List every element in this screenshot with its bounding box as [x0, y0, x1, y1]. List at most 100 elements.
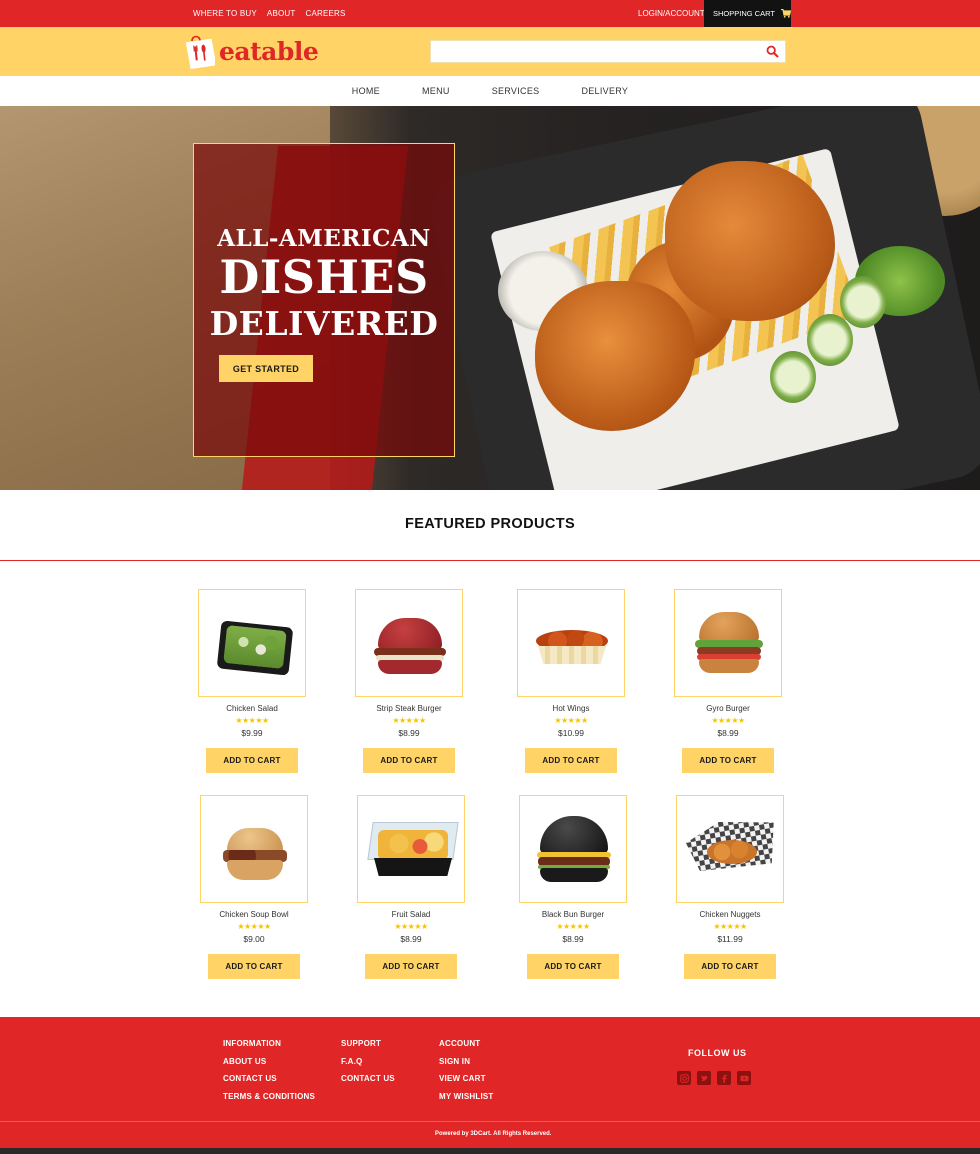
bag-logo-icon [185, 35, 215, 69]
add-to-cart-button[interactable]: ADD TO CART [363, 748, 455, 773]
footer-link-terms[interactable]: TERMS & CONDITIONS [223, 1092, 315, 1110]
where-to-buy-link[interactable]: WHERE TO BUY [193, 9, 257, 18]
footer-link-about-us[interactable]: ABOUT US [223, 1057, 315, 1075]
add-to-cart-button[interactable]: ADD TO CART [208, 954, 300, 979]
cucumber-slice-image [807, 314, 853, 366]
top-utility-bar: WHERE TO BUY ABOUT CAREERS LOGIN/ACCOUNT… [0, 0, 980, 27]
featured-products-title: FEATURED PRODUCTS [404, 516, 576, 532]
copyright-text: Powered by 3DCart. All Rights Reserved. [435, 1131, 552, 1137]
rating-stars: ★★★★★ [235, 716, 269, 725]
product-card: Chicken Salad ★★★★★ $9.99 ADD TO CART [197, 589, 307, 773]
footer-link-sign-in[interactable]: SIGN IN [439, 1057, 494, 1075]
main-nav: HOME MENU SERVICES DELIVERY [0, 76, 980, 106]
product-price: $8.99 [717, 728, 739, 738]
product-price: $8.99 [562, 934, 584, 944]
follow-us-heading: FOLLOW US [688, 1048, 747, 1058]
product-name[interactable]: Fruit Salad [356, 910, 466, 920]
footer-link-my-wishlist[interactable]: MY WISHLIST [439, 1092, 494, 1110]
facebook-icon[interactable] [717, 1071, 731, 1085]
product-card: Chicken Nuggets ★★★★★ $11.99 ADD TO CART [675, 795, 785, 979]
rating-stars: ★★★★★ [392, 716, 426, 725]
product-image-black-bun-burger[interactable] [519, 795, 627, 903]
logo[interactable]: eatable [185, 33, 319, 69]
product-name[interactable]: Hot Wings [516, 704, 626, 714]
product-image-chicken-nuggets[interactable] [676, 795, 784, 903]
site-header: eatable [0, 27, 980, 76]
hero-headline-line2: DISHES [219, 250, 429, 304]
search-icon[interactable] [766, 45, 779, 58]
product-card: Gyro Burger ★★★★★ $8.99 ADD TO CART [673, 589, 783, 773]
add-to-cart-button[interactable]: ADD TO CART [365, 954, 457, 979]
footer-link-contact-us[interactable]: CONTACT US [223, 1074, 315, 1092]
product-price: $9.00 [243, 934, 265, 944]
hero-banner: ALL-AMERICAN DISHES DELIVERED GET STARTE… [0, 106, 980, 490]
product-price: $8.99 [400, 934, 422, 944]
login-account-link[interactable]: LOGIN/ACCOUNT [638, 0, 705, 27]
nav-menu[interactable]: MENU [422, 86, 450, 96]
get-started-button[interactable]: GET STARTED [219, 355, 313, 382]
nav-home[interactable]: HOME [352, 86, 380, 96]
product-name[interactable]: Strip Steak Burger [354, 704, 464, 714]
product-card: Hot Wings ★★★★★ $10.99 ADD TO CART [516, 589, 626, 773]
shopping-cart-label: SHOPPING CART [713, 9, 775, 18]
instagram-icon[interactable] [677, 1071, 691, 1085]
youtube-icon[interactable] [737, 1071, 751, 1085]
add-to-cart-button[interactable]: ADD TO CART [206, 748, 298, 773]
twitter-icon[interactable] [697, 1071, 711, 1085]
product-price: $8.99 [398, 728, 420, 738]
product-name[interactable]: Chicken Soup Bowl [199, 910, 309, 920]
product-name[interactable]: Chicken Salad [197, 704, 307, 714]
add-to-cart-button[interactable]: ADD TO CART [525, 748, 617, 773]
footer-account-column: ACCOUNT SIGN IN VIEW CART MY WISHLIST [439, 1039, 494, 1110]
about-link[interactable]: ABOUT [267, 9, 296, 18]
footer-link-contact-us[interactable]: CONTACT US [341, 1074, 395, 1092]
hero-text-panel: ALL-AMERICAN DISHES DELIVERED GET STARTE… [193, 143, 455, 457]
cucumber-slice-image [770, 351, 816, 403]
footer-heading-information: INFORMATION [223, 1039, 282, 1048]
product-price: $11.99 [717, 934, 743, 944]
site-footer: INFORMATION ABOUT US CONTACT US TERMS & … [0, 1017, 980, 1154]
footer-link-faq[interactable]: F.A.Q [341, 1057, 395, 1075]
bottom-background-strip [0, 1148, 980, 1154]
logo-text: eatable [219, 36, 319, 66]
product-name[interactable]: Gyro Burger [673, 704, 783, 714]
product-image-strip-steak-burger[interactable] [355, 589, 463, 697]
rating-stars: ★★★★★ [713, 922, 747, 931]
nav-services[interactable]: SERVICES [492, 86, 540, 96]
add-to-cart-button[interactable]: ADD TO CART [682, 748, 774, 773]
product-price: $10.99 [558, 728, 584, 738]
hero-headline-line3: DELIVERED [209, 304, 439, 343]
rating-stars: ★★★★★ [711, 716, 745, 725]
product-price: $9.99 [241, 728, 263, 738]
product-image-fruit-salad[interactable] [357, 795, 465, 903]
add-to-cart-button[interactable]: ADD TO CART [527, 954, 619, 979]
cart-icon [780, 9, 791, 18]
add-to-cart-button[interactable]: ADD TO CART [684, 954, 776, 979]
product-image-chicken-soup-bowl[interactable] [200, 795, 308, 903]
product-name[interactable]: Black Bun Burger [518, 910, 628, 920]
cucumber-slice-image [840, 276, 886, 328]
rating-stars: ★★★★★ [554, 716, 588, 725]
product-image-hot-wings[interactable] [517, 589, 625, 697]
hero-headline-line1: ALL-AMERICAN [217, 225, 431, 252]
product-name[interactable]: Chicken Nuggets [675, 910, 785, 920]
product-image-gyro-burger[interactable] [674, 589, 782, 697]
footer-support-column: SUPPORT F.A.Q CONTACT US [341, 1039, 395, 1092]
nav-delivery[interactable]: DELIVERY [581, 86, 628, 96]
section-divider [0, 560, 980, 561]
product-image-chicken-salad[interactable] [198, 589, 306, 697]
rating-stars: ★★★★★ [556, 922, 590, 931]
product-card: Strip Steak Burger ★★★★★ $8.99 ADD TO CA… [354, 589, 464, 773]
product-card: Chicken Soup Bowl ★★★★★ $9.00 ADD TO CAR… [199, 795, 309, 979]
rating-stars: ★★★★★ [394, 922, 428, 931]
search-input[interactable] [431, 41, 751, 62]
top-links: WHERE TO BUY ABOUT CAREERS [193, 0, 346, 27]
footer-information-column: INFORMATION ABOUT US CONTACT US TERMS & … [223, 1039, 315, 1110]
footer-link-view-cart[interactable]: VIEW CART [439, 1074, 494, 1092]
rating-stars: ★★★★★ [237, 922, 271, 931]
careers-link[interactable]: CAREERS [305, 9, 345, 18]
product-card: Fruit Salad ★★★★★ $8.99 ADD TO CART [356, 795, 466, 979]
shopping-cart-button[interactable]: SHOPPING CART [704, 0, 791, 27]
social-icons [677, 1071, 751, 1085]
footer-divider [0, 1121, 980, 1122]
